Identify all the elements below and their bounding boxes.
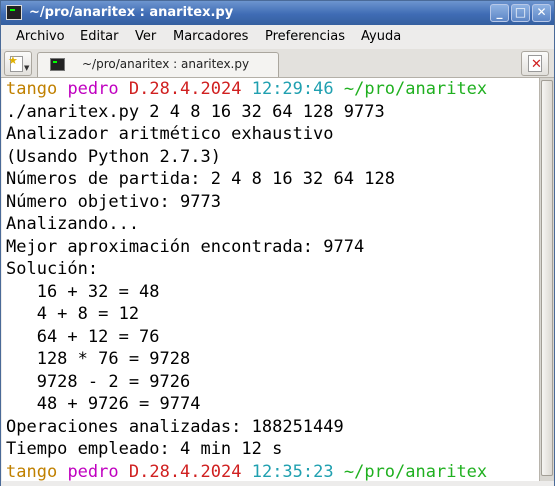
prompt-line: tango pedro D.28.4.2024 12:35:23 ~/pro/a… (2, 461, 539, 482)
terminal-app-icon[interactable] (6, 5, 22, 20)
menu-archivo[interactable]: Archivo (16, 29, 65, 44)
menu-editar[interactable]: Editar (80, 29, 119, 44)
output-line: Números de partida: 2 4 8 16 32 64 128 (6, 169, 395, 189)
close-icon: ✕ (536, 5, 547, 19)
window-title: ~/pro/anaritex : anaritex.py (29, 5, 234, 20)
terminal-output[interactable]: tango pedro D.28.4.2024 12:29:46 ~/pro/a… (2, 78, 539, 481)
output-line: Operaciones analizadas: 188251449 (6, 416, 344, 437)
output-line: 64 + 12 = 76 (6, 326, 160, 347)
output-line: (Usando Python 2.7.3) (6, 146, 221, 167)
prompt-user: tango (6, 79, 58, 99)
menu-marcadores[interactable]: Marcadores (173, 29, 248, 44)
prompt-line: tango pedro D.28.4.2024 12:29:46 ~/pro/a… (2, 78, 539, 101)
output-line: Analizando... (6, 214, 140, 234)
vertical-scrollbar[interactable] (539, 78, 554, 481)
close-tab-button[interactable]: ✕ (521, 51, 549, 76)
output-line: 4 + 8 = 12 (6, 304, 140, 324)
prompt-host: pedro (67, 461, 119, 482)
prompt-time: 12:35:23 (251, 461, 334, 482)
output-line: Analizador aritmético exhaustivo (6, 124, 334, 144)
minimize-button[interactable]: _ (490, 4, 509, 22)
title-bar[interactable]: ~/pro/anaritex : anaritex.py _ □ ✕ (1, 1, 554, 25)
output-line: ./anaritex.py 2 4 8 16 32 64 128 9773 (6, 101, 385, 122)
minimize-icon: _ (496, 5, 503, 19)
output-line: 128 * 76 = 9728 (6, 349, 191, 369)
new-tab-button[interactable]: ★ ▼ (4, 51, 32, 76)
tab-label: ~/pro/anaritex : anaritex.py (82, 57, 250, 71)
star-icon: ★ (8, 54, 18, 67)
close-button[interactable]: ✕ (532, 4, 551, 22)
output-line: Número objetivo: 9773 (6, 191, 221, 212)
dropdown-arrow-icon: ▼ (24, 64, 30, 72)
scrollbar-thumb[interactable] (541, 80, 553, 476)
menu-preferencias[interactable]: Preferencias (265, 29, 345, 44)
close-tab-icon: ✕ (531, 57, 542, 72)
output-line: 9728 - 2 = 9726 (6, 371, 191, 392)
terminal-window: ~/pro/anaritex : anaritex.py _ □ ✕ Archi… (0, 0, 555, 486)
output-line: Mejor aproximación encontrada: 9774 (6, 236, 365, 257)
maximize-icon: □ (514, 5, 527, 19)
output-line: 48 + 9726 = 9774 (6, 394, 201, 414)
tab-anaritex[interactable]: ~/pro/anaritex : anaritex.py (37, 52, 279, 77)
prompt-path: ~/pro/anaritex (343, 79, 488, 99)
maximize-button[interactable]: □ (511, 4, 530, 22)
window-bottom-border (1, 481, 554, 486)
tab-bar: ★ ▼ ~/pro/anaritex : anaritex.py ✕ (1, 49, 554, 78)
menu-ver[interactable]: Ver (135, 29, 156, 44)
output-line: Tiempo empleado: 4 min 12 s (6, 439, 283, 459)
prompt-date: D.28.4.2024 (128, 79, 242, 99)
terminal-tab-icon (50, 58, 65, 71)
menu-ayuda[interactable]: Ayuda (361, 29, 401, 44)
output-line: Solución: (6, 259, 99, 279)
prompt-host: pedro (67, 79, 119, 99)
menu-bar: Archivo Editar Ver Marcadores Preferenci… (1, 26, 554, 48)
prompt-user: tango (6, 461, 58, 482)
output-line: 16 + 32 = 48 (6, 281, 160, 302)
prompt-date: D.28.4.2024 (128, 461, 242, 482)
prompt-time: 12:29:46 (251, 79, 334, 99)
prompt-path: ~/pro/anaritex (343, 461, 488, 482)
